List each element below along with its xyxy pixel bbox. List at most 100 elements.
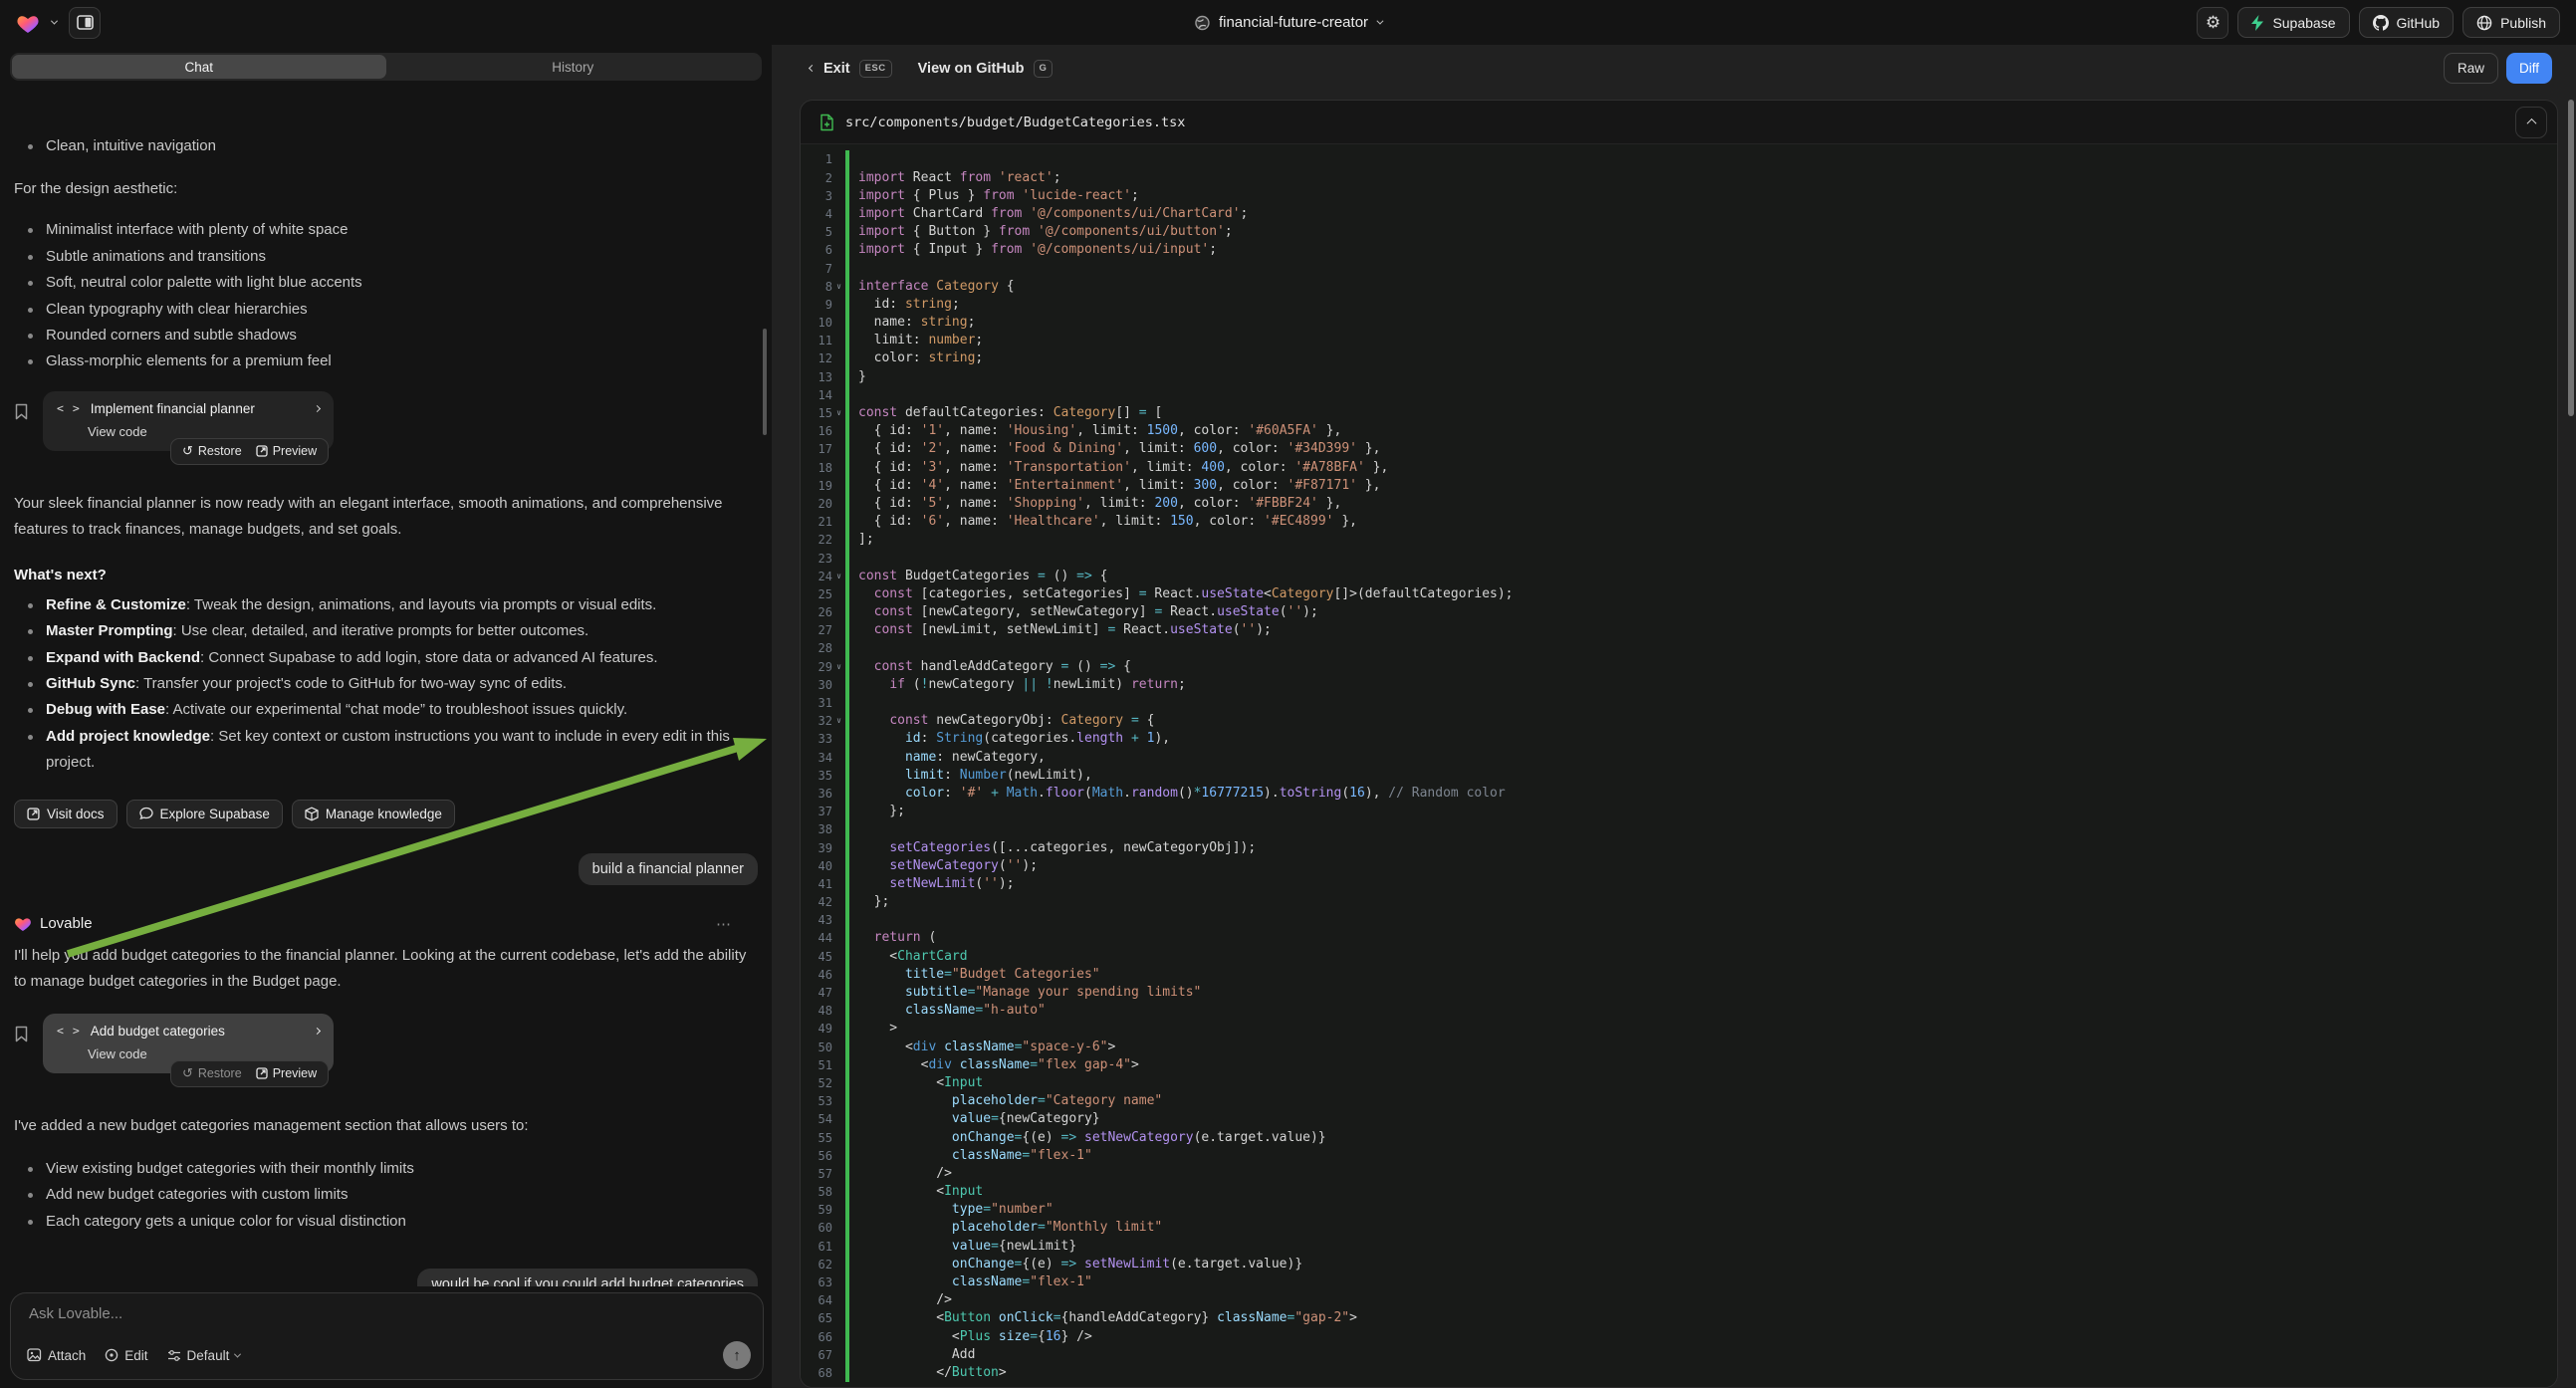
supabase-button[interactable]: Supabase [2237, 7, 2349, 38]
explore-supabase-button[interactable]: Explore Supabase [126, 800, 283, 828]
raw-button[interactable]: Raw [2444, 53, 2498, 84]
code-line: 3import { Plus } from 'lucide-react'; [801, 187, 2557, 205]
tab-history[interactable]: History [386, 55, 761, 79]
code-icon: < > [57, 401, 81, 415]
exit-label: Exit [823, 61, 850, 77]
list-item: Clean typography with clear hierarchies [14, 297, 758, 323]
code-line: 31 [801, 694, 2557, 712]
visit-docs-button[interactable]: Visit docs [14, 800, 117, 828]
code-viewer-header: Exit ESC View on GitHub G Raw Diff [772, 45, 2576, 92]
code-line: 47 subtitle="Manage your spending limits… [801, 984, 2557, 1002]
code-line: 35 limit: Number(newLimit), [801, 767, 2557, 785]
view-on-github-button[interactable]: View on GitHub G [918, 60, 1054, 78]
edit-mode-button[interactable]: Edit [105, 1348, 147, 1363]
chevron-up-icon [2526, 118, 2536, 128]
top-bar: financial-future-creator ⚙ Supabase GitH… [0, 0, 2576, 45]
external-link-icon [27, 808, 40, 820]
code-line: 18 { id: '3', name: 'Transportation', li… [801, 459, 2557, 477]
restore-button[interactable]: ↺Restore [182, 1065, 242, 1081]
list-item: Minimalist interface with plenty of whit… [14, 217, 758, 243]
github-icon [2373, 15, 2389, 31]
external-link-icon [256, 1067, 268, 1079]
bullet-dot [28, 144, 33, 149]
github-button[interactable]: GitHub [2359, 7, 2455, 38]
logo-chevron-down-icon[interactable] [51, 18, 58, 25]
chat-input[interactable] [29, 1305, 745, 1322]
code-line: 1 [801, 150, 2557, 168]
restore-icon: ↺ [182, 443, 193, 459]
code-line: 51 <div className="flex gap-4"> [801, 1056, 2557, 1074]
project-globe-icon [1194, 15, 1210, 31]
chevron-right-icon [314, 1028, 321, 1035]
user-message: would be cool if you could add budget ca… [417, 1269, 758, 1286]
file-header[interactable]: src/components/budget/BudgetCategories.t… [801, 101, 2557, 144]
code-line: 29∨ const handleAddCategory = () => { [801, 658, 2557, 676]
project-name: financial-future-creator [1219, 14, 1368, 31]
publish-button[interactable]: Publish [2462, 7, 2560, 38]
code-line: 55 onChange={(e) => setNewCategory(e.tar… [801, 1129, 2557, 1147]
chevron-right-icon [314, 405, 321, 412]
code-line: 58 <Input [801, 1183, 2557, 1201]
chat-scrollbar[interactable] [763, 329, 767, 435]
chat-message-list[interactable]: Clean, intuitive navigation For the desi… [0, 125, 772, 1286]
whats-next-heading: What's next? [14, 563, 758, 588]
restore-button[interactable]: ↺Restore [182, 443, 242, 459]
code-line: 13} [801, 368, 2557, 386]
code-line: 48 className="h-auto" [801, 1002, 2557, 1020]
send-button[interactable]: ↑ [723, 1341, 751, 1369]
bookmark-icon[interactable] [14, 1026, 29, 1042]
assistant-paragraph: Your sleek financial planner is now read… [14, 491, 758, 543]
code-line: 28 [801, 639, 2557, 657]
message-menu-button[interactable]: ⋯ [716, 915, 732, 933]
code-line: 24∨const BudgetCategories = () => { [801, 568, 2557, 585]
code-line: 64 /> [801, 1291, 2557, 1309]
supabase-bolt-icon [2251, 15, 2264, 31]
code-line: 53 placeholder="Category name" [801, 1092, 2557, 1110]
preview-button[interactable]: Preview [256, 444, 317, 458]
code-line: 66 <Plus size={16} /> [801, 1328, 2557, 1346]
code-line: 27 const [newLimit, setNewLimit] = React… [801, 621, 2557, 639]
view-code-link[interactable]: View code [88, 424, 320, 439]
view-on-github-label: View on GitHub [918, 61, 1025, 77]
collapse-file-button[interactable] [2515, 107, 2547, 138]
code-line: 14 [801, 386, 2557, 404]
code-line: 52 <Input [801, 1074, 2557, 1092]
project-switcher[interactable]: financial-future-creator [1194, 0, 1382, 45]
github-label: GitHub [2397, 15, 2441, 31]
code-line: 6import { Input } from '@/components/ui/… [801, 241, 2557, 259]
view-code-link[interactable]: View code [88, 1046, 320, 1061]
lovable-heart-logo[interactable] [16, 12, 40, 34]
code-line: 65 <Button onClick={handleAddCategory} c… [801, 1309, 2557, 1327]
window-scrollbar[interactable] [2568, 100, 2574, 416]
code-lines[interactable]: 12import React from 'react';3import { Pl… [801, 144, 2557, 1388]
list-item: Subtle animations and transitions [14, 244, 758, 270]
code-line: 4import ChartCard from '@/components/ui/… [801, 205, 2557, 223]
code-line: 21 { id: '6', name: 'Healthcare', limit:… [801, 513, 2557, 531]
package-icon [305, 807, 319, 821]
preview-button[interactable]: Preview [256, 1066, 317, 1080]
code-line: 46 title="Budget Categories" [801, 966, 2557, 984]
code-line: 19 { id: '4', name: 'Entertainment', lim… [801, 477, 2557, 495]
g-key-badge: G [1034, 60, 1054, 78]
chevron-down-icon [234, 1350, 241, 1357]
mode-selector[interactable]: Default [167, 1348, 241, 1363]
design-heading: For the design aesthetic: [14, 176, 758, 202]
list-item: Each category gets a unique color for vi… [14, 1209, 758, 1235]
exit-button[interactable]: Exit ESC [810, 60, 892, 78]
code-line: 23 [801, 550, 2557, 568]
settings-button[interactable]: ⚙ [2197, 7, 2228, 39]
diff-button[interactable]: Diff [2506, 53, 2552, 84]
bookmark-icon[interactable] [14, 403, 29, 420]
list-item: Master Prompting: Use clear, detailed, a… [14, 618, 758, 644]
attach-image-icon [27, 1348, 42, 1362]
chat-composer: Attach Edit Default [10, 1292, 764, 1380]
tab-chat[interactable]: Chat [12, 55, 386, 79]
edit-card-add-budget-categories[interactable]: < > Add budget categories View code ↺Res… [43, 1014, 334, 1073]
edit-card-title: Add budget categories [91, 1024, 305, 1039]
manage-knowledge-button[interactable]: Manage knowledge [292, 800, 455, 828]
edit-card-implement-financial-planner[interactable]: < > Implement financial planner View cod… [43, 391, 334, 451]
code-line: 62 onChange={(e) => setNewLimit(e.target… [801, 1256, 2557, 1273]
attach-button[interactable]: Attach [27, 1348, 86, 1363]
code-line: 7 [801, 260, 2557, 278]
toggle-panel-button[interactable] [69, 7, 101, 39]
